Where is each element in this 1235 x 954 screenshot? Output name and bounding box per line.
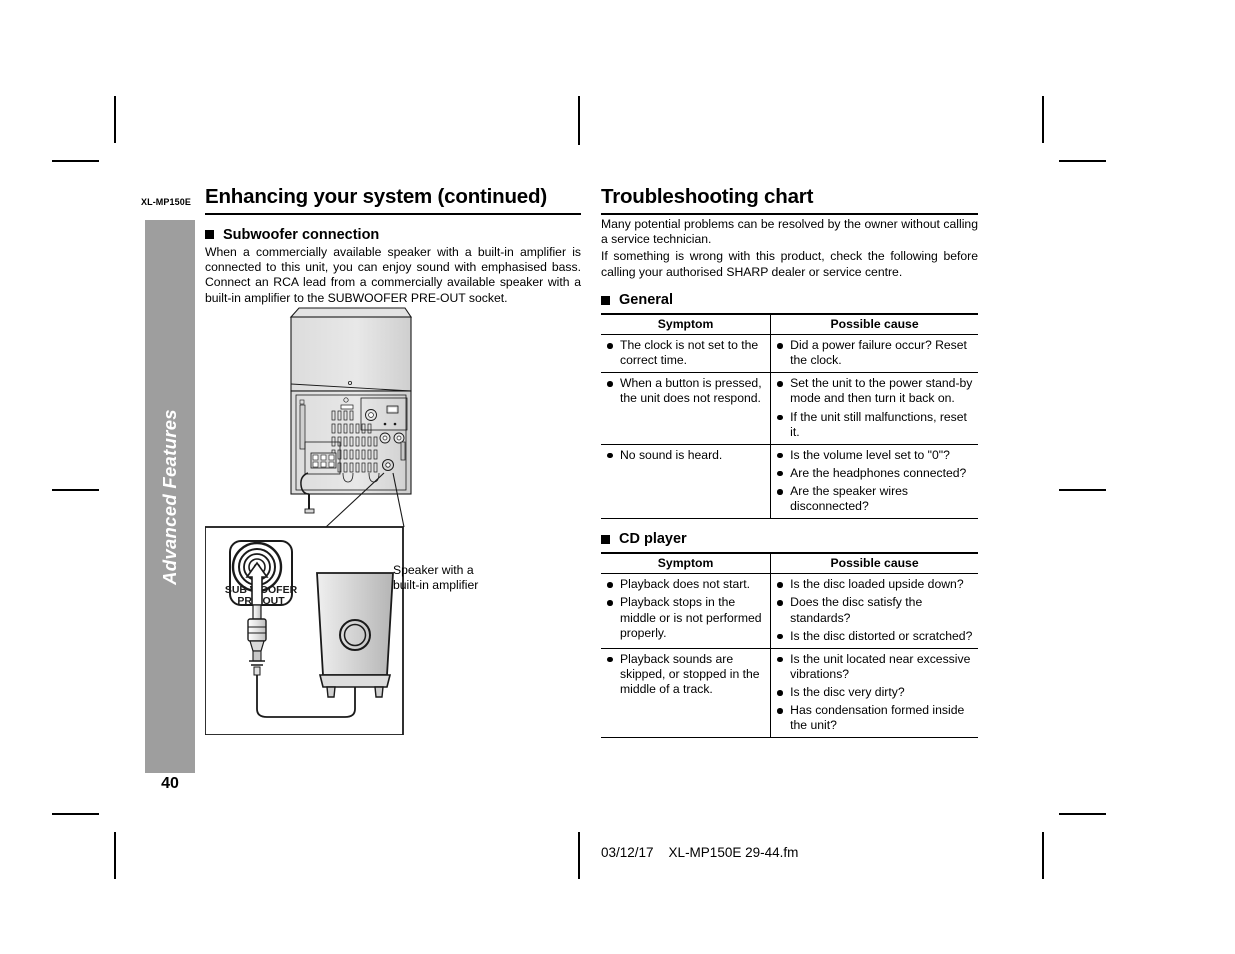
bullet-list: The clock is not set to the correct time… (606, 338, 765, 368)
footer-divider (578, 832, 580, 879)
title-rule-left (205, 212, 581, 215)
crop-mark-bottom-right-horizontal (1059, 813, 1106, 815)
list-item: Is the unit located near excessive vibra… (776, 652, 973, 682)
list-item: Are the headphones connected? (776, 466, 973, 481)
bullet-list: Is the disc loaded upside down? Does the … (776, 577, 973, 644)
intro-paragraph-1: Many potential problems can be resolved … (601, 216, 978, 246)
intro-paragraph-2: If something is wrong with this product,… (601, 249, 978, 279)
list-item: Are the speaker wires disconnected? (776, 484, 973, 514)
page-number: 40 (161, 775, 179, 792)
speaker-caption: Speaker with a built-in amplifier (393, 563, 479, 592)
list-item: Is the disc distorted or scratched? (776, 629, 973, 644)
cell-symptom: Playback sounds are skipped, or stopped … (601, 648, 772, 738)
section-heading-label: CD player (619, 531, 687, 548)
cell-cause: Did a power failure occur? Reset the clo… (770, 334, 978, 374)
model-code: XL-MP150E (141, 197, 191, 207)
page-title-left: Enhancing your system (continued) (205, 185, 547, 208)
crop-mark-top-right-vertical (1042, 96, 1044, 143)
bullet-list: When a button is pressed, the unit does … (606, 376, 765, 406)
page-title-right: Troubleshooting chart (601, 185, 814, 208)
list-item: Playback stops in the middle or is not p… (606, 595, 765, 640)
list-item: When a button is pressed, the unit does … (606, 376, 765, 406)
powered-speaker (316, 572, 394, 698)
side-tab: Advanced Features (145, 220, 195, 773)
section-heading-label: Subwoofer connection (223, 226, 380, 243)
crop-mark-top-left-vertical (114, 96, 116, 143)
document-page: XL-MP150E Advanced Features 40 Enhancing… (0, 0, 1235, 954)
crop-mark-top-right-horizontal (1059, 160, 1106, 162)
table-header-row: Symptom Possible cause (601, 314, 978, 336)
table-row: Playback sounds are skipped, or stopped … (601, 648, 978, 738)
square-bullet-icon (601, 534, 610, 544)
section-heading-cd-player: CD player (601, 531, 978, 547)
bullet-list: Playback does not start. Playback stops i… (606, 577, 765, 641)
column-header-symptom: Symptom (601, 553, 772, 575)
crop-mark-top-center-vertical (578, 96, 580, 145)
bullet-list: Is the volume level set to "0"? Are the h… (776, 448, 973, 515)
list-item: Set the unit to the power stand-by mode … (776, 376, 973, 406)
table-row: The clock is not set to the correct time… (601, 334, 978, 374)
bullet-list: No sound is heard. (606, 448, 765, 463)
cell-cause: Is the disc loaded upside down? Does the … (770, 573, 978, 649)
cell-symptom: When a button is pressed, the unit does … (601, 372, 772, 445)
left-column: Enhancing your system (continued) Subwoo… (205, 185, 581, 306)
side-tab-label: Advanced Features (159, 408, 180, 585)
crop-mark-top-left-horizontal (52, 160, 99, 162)
cell-symptom: No sound is heard. (601, 444, 772, 519)
list-item: Is the volume level set to "0"? (776, 448, 973, 463)
stereo-unit-rear-view (289, 307, 413, 514)
list-item: The clock is not set to the correct time… (606, 338, 765, 368)
section-heading-subwoofer: Subwoofer connection (205, 227, 581, 243)
troubleshooting-table-cd-player: Symptom Possible cause Playback does not… (601, 552, 978, 739)
cell-cause: Is the volume level set to "0"? Are the h… (771, 444, 978, 519)
bullet-list: Set the unit to the power stand-by mode … (776, 376, 973, 440)
table-header-row: Symptom Possible cause (601, 553, 978, 575)
list-item: Is the disc loaded upside down? (776, 577, 973, 592)
cell-cause: Set the unit to the power stand-by mode … (770, 372, 978, 445)
table-body: The clock is not set to the correct time… (601, 334, 978, 519)
list-item: If the unit still malfunctions, reset it… (776, 410, 973, 440)
column-header-cause: Possible cause (770, 314, 978, 336)
footer-text: 03/12/17 XL-MP150E 29-44.fm (601, 845, 799, 860)
square-bullet-icon (601, 295, 610, 305)
troubleshooting-table-general: Symptom Possible cause The clock is not … (601, 313, 978, 520)
list-item: Playback sounds are skipped, or stopped … (606, 652, 765, 697)
table-row: Playback does not start. Playback stops i… (601, 573, 978, 649)
table-row: When a button is pressed, the unit does … (601, 372, 978, 445)
crop-mark-mid-right-horizontal (1059, 489, 1106, 491)
bullet-list: Playback sounds are skipped, or stopped … (606, 652, 765, 697)
section-heading-label: General (619, 292, 673, 309)
list-item: Did a power failure occur? Reset the clo… (776, 338, 973, 368)
list-item: Is the disc very dirty? (776, 685, 973, 700)
list-item: No sound is heard. (606, 448, 765, 463)
subwoofer-connection-figure: SUB WOOFER PRE-OUT (205, 305, 581, 735)
column-header-cause: Possible cause (770, 553, 978, 575)
table-row: No sound is heard. Is the volume level se… (601, 444, 978, 519)
list-item: Does the disc satisfy the standards? (776, 595, 973, 625)
cell-symptom: Playback does not start. Playback stops i… (601, 573, 772, 649)
bullet-list: Is the unit located near excessive vibra… (776, 652, 973, 734)
detail-box: SUB WOOFER PRE-OUT (205, 526, 404, 735)
cell-symptom: The clock is not set to the correct time… (601, 334, 772, 374)
list-item: Has condensation formed inside the unit? (776, 703, 973, 733)
title-rule-right (601, 212, 978, 215)
section-heading-general: General (601, 292, 978, 308)
right-column: Troubleshooting chart Many potential pro… (601, 185, 978, 739)
section-paragraph-subwoofer: When a commercially available speaker wi… (205, 244, 581, 305)
crop-mark-mid-left-horizontal (52, 489, 99, 491)
list-item: Playback does not start. (606, 577, 765, 592)
table-body: Playback does not start. Playback stops i… (601, 573, 978, 738)
cell-cause: Is the unit located near excessive vibra… (771, 648, 978, 738)
bullet-list: Did a power failure occur? Reset the clo… (776, 338, 973, 368)
crop-mark-bottom-left-horizontal (52, 813, 99, 815)
crop-mark-bottom-left-vertical (114, 832, 116, 879)
column-header-symptom: Symptom (601, 314, 772, 336)
crop-mark-bottom-right-vertical (1042, 832, 1044, 879)
square-bullet-icon (205, 230, 214, 240)
figure-illustration: SUB WOOFER PRE-OUT (205, 307, 413, 735)
